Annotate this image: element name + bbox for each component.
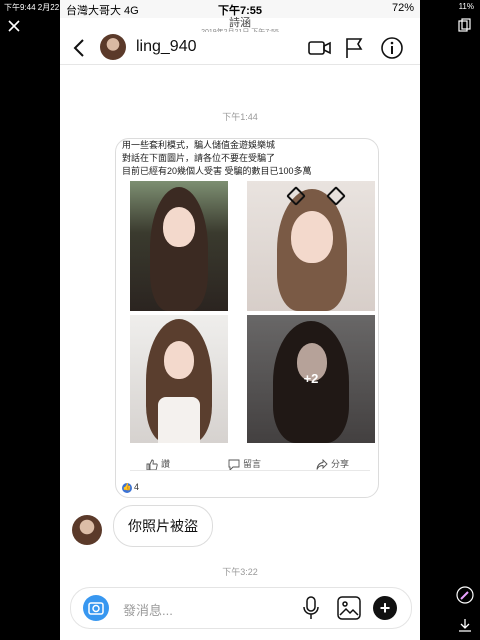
- post-actions: 讚 留言 分享: [116, 453, 378, 475]
- phone-battery: 72%: [391, 2, 414, 14]
- phone-screen: 台灣大哥大 4G 下午7:55 72% 詩涵 2019年2月21日 下午7:55…: [60, 0, 420, 640]
- sender-avatar[interactable]: [72, 515, 102, 545]
- screenshot-frame: 下午9:44 2月22日 週日 11% 台灣大哥大 4G 下午7:55 72% …: [0, 0, 480, 640]
- flag-icon[interactable]: [344, 37, 364, 59]
- comment-icon: [228, 459, 240, 471]
- plus-icon[interactable]: +: [373, 596, 397, 620]
- back-icon[interactable]: [72, 38, 86, 58]
- message-timestamp: 下午3:22: [222, 567, 258, 577]
- shared-post-card[interactable]: 用一些套利模式，騙人儲值金遊娛樂城 對話在下面圖片，請各位不要在受騙了 目前已經…: [115, 138, 379, 498]
- message-input[interactable]: 發消息...: [123, 600, 173, 619]
- more-photos-count[interactable]: +2: [247, 371, 375, 386]
- camera-button[interactable]: [83, 595, 109, 621]
- pen-icon[interactable]: [456, 586, 474, 604]
- like-reaction-icon: 👍: [122, 482, 132, 493]
- post-text-line: 用一些套利模式，騙人儲值金遊娛樂城: [122, 140, 276, 150]
- message-bubble[interactable]: 你照片被盜: [113, 505, 213, 547]
- divider: [130, 470, 370, 471]
- video-call-icon[interactable]: [308, 38, 332, 58]
- message-composer: 發消息... +: [70, 587, 412, 629]
- like-button[interactable]: 讚: [146, 457, 170, 471]
- reaction-count: 4: [134, 482, 140, 492]
- like-label: 讚: [161, 459, 171, 469]
- post-photo[interactable]: +2: [247, 315, 375, 443]
- device-battery: 11%: [458, 2, 474, 11]
- reaction-summary[interactable]: 👍 4: [122, 482, 139, 493]
- camera-icon: [88, 602, 104, 615]
- download-icon[interactable]: [458, 618, 472, 632]
- post-photo[interactable]: [130, 181, 228, 311]
- chat-header: ling_940: [60, 32, 420, 65]
- post-text-line: 對話在下面圖片，請各位不要在受騙了: [122, 153, 276, 163]
- share-label: 分享: [331, 459, 350, 469]
- like-icon: [146, 459, 158, 471]
- post-photo[interactable]: [130, 315, 228, 443]
- chat-username[interactable]: ling_940: [136, 38, 197, 56]
- message-timestamp: 下午1:44: [222, 112, 258, 122]
- microphone-icon[interactable]: [301, 596, 321, 620]
- comment-label: 留言: [243, 459, 262, 469]
- avatar[interactable]: [100, 34, 126, 60]
- info-icon[interactable]: [380, 36, 404, 60]
- post-text: 用一些套利模式，騙人儲值金遊娛樂城 對話在下面圖片，請各位不要在受騙了 目前已經…: [122, 139, 376, 178]
- copy-icon[interactable]: [458, 18, 472, 32]
- close-icon[interactable]: [6, 18, 22, 34]
- gallery-icon[interactable]: [337, 596, 361, 620]
- post-text-line: 目前已經有20幾個人受害 受騙的數目已100多萬: [122, 166, 312, 176]
- share-icon: [316, 458, 328, 470]
- comment-button[interactable]: 留言: [228, 457, 261, 471]
- post-photo[interactable]: [247, 181, 375, 311]
- share-button[interactable]: 分享: [316, 457, 349, 471]
